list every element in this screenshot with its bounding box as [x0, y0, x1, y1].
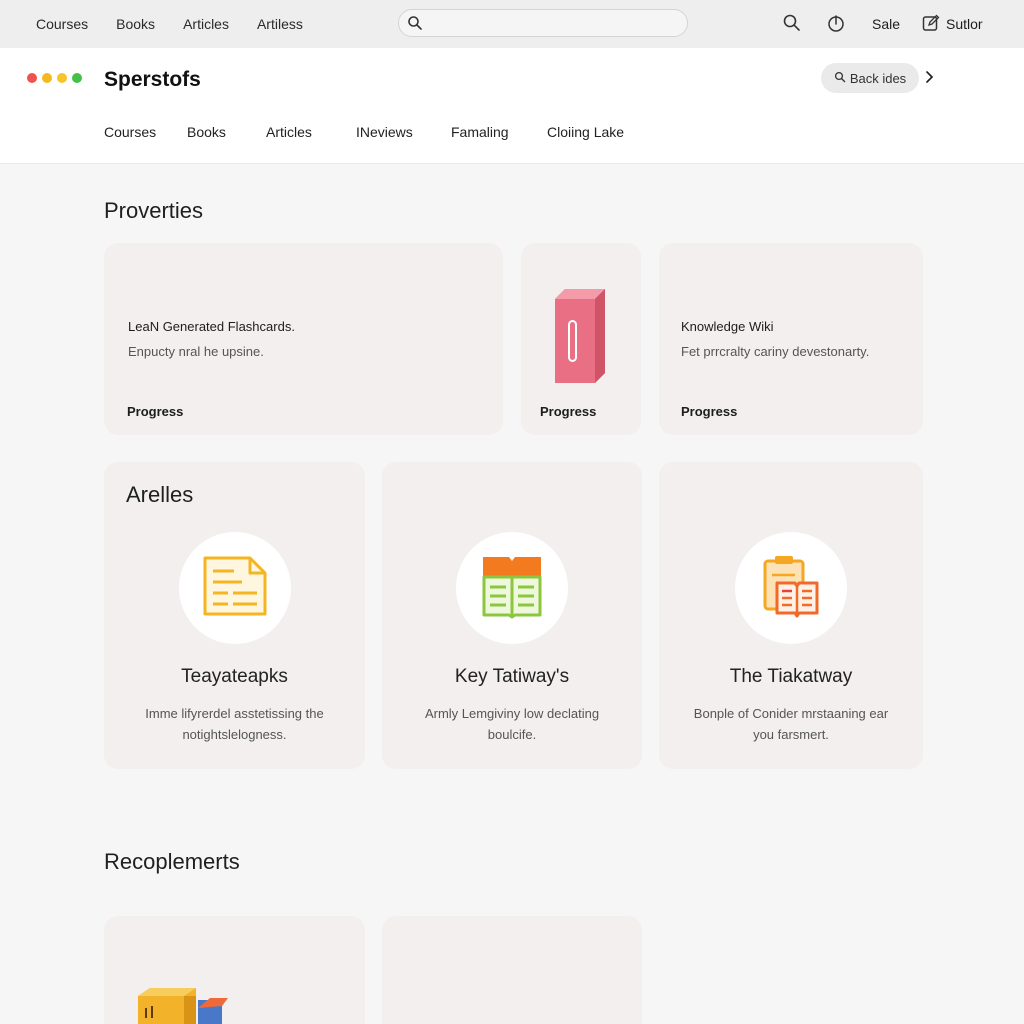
section-title-proverties: Proverties: [104, 198, 204, 223]
card-description: Armly Lemgiviny low declating boulcife.: [424, 706, 600, 742]
back-button[interactable]: Back ides: [821, 63, 919, 93]
card-title: LeaN Generated Flashcards.: [128, 319, 295, 334]
document-icon: [202, 555, 268, 622]
header: Sperstofs Back ides Courses Books Articl…: [0, 48, 1024, 164]
back-button-label: Back ides: [849, 70, 907, 86]
books-icon: [136, 986, 232, 1024]
top-nav: Courses Books Articles Artiless: [36, 0, 303, 48]
book-icon: [549, 287, 607, 392]
edit-icon[interactable]: [922, 14, 940, 37]
subnav-cloiing-lake[interactable]: Cloiing Lake: [547, 124, 624, 140]
window-dot-orange: [42, 73, 52, 83]
card-title: Teayateapks: [181, 666, 288, 687]
card-progress-label: Progress: [127, 404, 184, 419]
top-nav-artiless[interactable]: Artiless: [257, 16, 303, 32]
subnav-articles[interactable]: Articles: [266, 124, 312, 140]
card-recommendation-2[interactable]: [382, 916, 642, 1024]
icon-circle: [179, 532, 291, 644]
card-flashcards[interactable]: LeaN Generated Flashcards. Enpucty nral …: [104, 243, 503, 435]
window-dots: [27, 73, 82, 83]
open-book-icon: [481, 553, 543, 624]
sutlor-link[interactable]: Sutlor: [946, 16, 983, 32]
window-dot-yellow: [57, 73, 67, 83]
card-progress-label: Progress: [540, 404, 597, 419]
card-key-tatiways[interactable]: Key Tatiway's Armly Lemgiviny low declat…: [382, 462, 642, 769]
top-nav-courses[interactable]: Courses: [36, 16, 88, 32]
card-title: Knowledge Wiki: [681, 319, 774, 334]
window-dot-green: [72, 73, 82, 83]
search-input[interactable]: [398, 9, 688, 37]
top-nav-books[interactable]: Books: [116, 16, 155, 32]
clipboard-book-icon: [761, 553, 821, 624]
card-description: Bonple of Conider mrstaaning ear you far…: [693, 706, 889, 742]
brand-title: Sperstofs: [104, 68, 201, 91]
search-icon[interactable]: [782, 13, 802, 38]
search-icon: [407, 15, 423, 36]
card-teayateapks[interactable]: Arelles Teayateapks Imme lifyrerdel asst…: [104, 462, 365, 769]
card-recommendation-1[interactable]: [104, 916, 365, 1024]
card-book[interactable]: Progress: [521, 243, 641, 435]
card-title: Key Tatiway's: [454, 666, 570, 687]
window-dot-red: [27, 73, 37, 83]
top-nav-articles[interactable]: Articles: [183, 16, 229, 32]
card-the-tiakatway[interactable]: The Tiakatway Bonple of Conider mrstaani…: [659, 462, 923, 769]
icon-circle: [456, 532, 568, 644]
card-description: Fet prrcralty cariny devestonarty.: [681, 344, 870, 359]
subnav-courses[interactable]: Courses: [104, 124, 156, 140]
power-icon[interactable]: [826, 13, 846, 38]
subnav-books[interactable]: Books: [187, 124, 226, 140]
chevron-right-icon[interactable]: [925, 70, 935, 89]
search-icon: [834, 71, 846, 86]
card-description: Imme lifyrerdel asstetissing the notight…: [145, 706, 324, 742]
card-description: Enpucty nral he upsine.: [128, 344, 264, 359]
card-knowledge-wiki[interactable]: Knowledge Wiki Fet prrcralty cariny deve…: [659, 243, 923, 435]
subnav-inviews[interactable]: INeviews: [356, 124, 413, 140]
section-title-arelles: Arelles: [126, 482, 194, 507]
card-title: The Tiakatway: [729, 666, 853, 687]
icon-circle: [735, 532, 847, 644]
sale-link[interactable]: Sale: [872, 16, 900, 32]
section-title-recoplemerts: Recoplemerts: [104, 849, 240, 874]
card-progress-label: Progress: [681, 404, 738, 419]
subnav-famaling[interactable]: Famaling: [451, 124, 509, 140]
top-bar: Courses Books Articles Artiless Sale Sut…: [0, 0, 1024, 48]
